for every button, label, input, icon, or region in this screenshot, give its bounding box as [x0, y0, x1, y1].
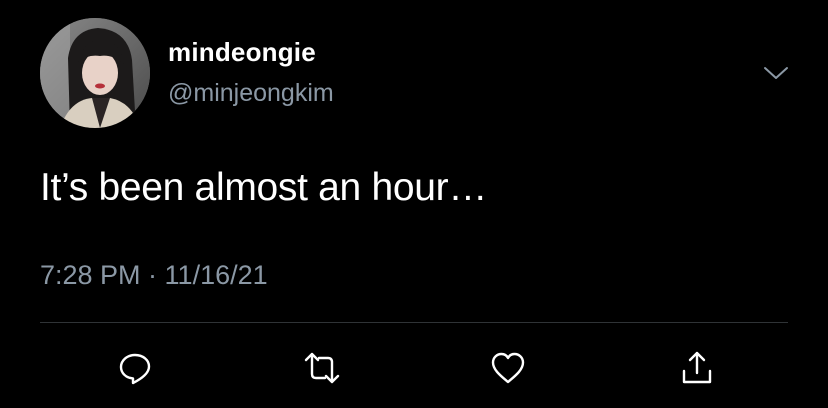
divider — [40, 322, 788, 323]
tweet-card: mindeongie @minjeongkim It’s been almost… — [0, 0, 828, 408]
reply-button[interactable] — [115, 348, 155, 388]
like-button[interactable] — [488, 348, 528, 388]
retweet-button[interactable] — [302, 348, 342, 388]
retweet-icon — [304, 352, 340, 384]
tweet-timestamp[interactable]: 7:28 PM · 11/16/21 — [40, 260, 268, 291]
avatar-photo — [40, 18, 150, 128]
share-icon — [682, 351, 712, 384]
reply-icon — [119, 353, 151, 385]
heart-icon — [491, 352, 525, 384]
avatar[interactable] — [40, 18, 150, 128]
display-name[interactable]: mindeongie — [168, 37, 316, 68]
chevron-down-icon — [764, 67, 788, 79]
tweet-text: It’s been almost an hour… — [40, 166, 488, 209]
user-handle[interactable]: @minjeongkim — [168, 79, 334, 108]
more-options-button[interactable] — [763, 64, 789, 82]
share-button[interactable] — [677, 348, 717, 388]
